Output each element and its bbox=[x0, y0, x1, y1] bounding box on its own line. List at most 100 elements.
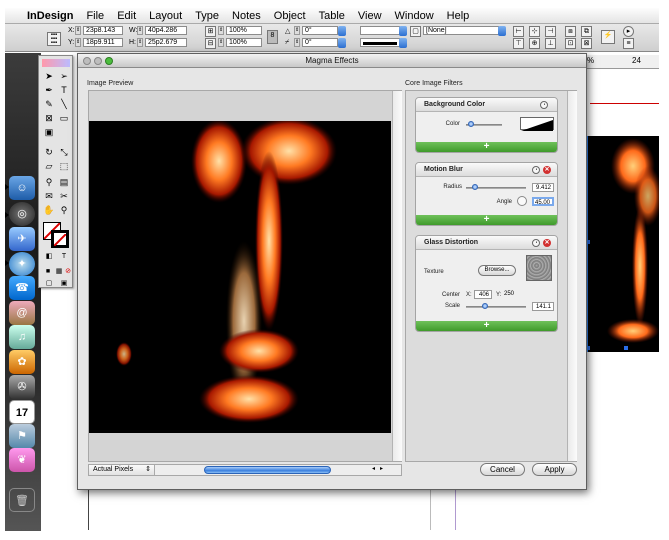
object-style-dropdown[interactable] bbox=[498, 26, 506, 36]
scale-tool-icon[interactable]: ⤡ bbox=[57, 146, 71, 158]
button-tool-icon[interactable]: ▣ bbox=[42, 126, 56, 138]
stroke-type-field[interactable] bbox=[360, 38, 400, 47]
rotate-dropdown[interactable] bbox=[338, 26, 346, 36]
remove-filter-icon[interactable]: ✕ bbox=[543, 239, 551, 247]
align-left-icon[interactable]: ⊢ bbox=[513, 26, 524, 37]
fit-content-icon[interactable]: ⧉ bbox=[581, 26, 592, 37]
add-filter-button[interactable]: + bbox=[416, 321, 557, 331]
x-stepper[interactable]: ⇕ bbox=[75, 26, 81, 35]
stroke-type-dropdown[interactable] bbox=[399, 38, 407, 48]
close-window-icon[interactable] bbox=[83, 57, 91, 65]
formatting-container-icon[interactable]: ◧ bbox=[42, 251, 56, 263]
zoom-dropdown[interactable]: Actual Pixels ⇕ bbox=[89, 465, 155, 475]
remove-filter-icon[interactable]: ✕ bbox=[543, 166, 551, 174]
safari-icon[interactable]: ✦ bbox=[9, 252, 35, 276]
pen-tool-icon[interactable]: ✒ bbox=[42, 84, 56, 96]
rectangle-tool-icon[interactable]: ▭ bbox=[57, 112, 71, 124]
zoom-tool-icon[interactable]: ⚲ bbox=[57, 204, 71, 216]
free-transform-tool-icon[interactable]: ⬚ bbox=[57, 160, 71, 172]
butterfly-app-icon[interactable]: ❦ bbox=[9, 448, 35, 472]
apply-none-icon[interactable]: ⊘ bbox=[63, 266, 73, 278]
rotate-tool-icon[interactable]: ↻ bbox=[42, 146, 56, 158]
type-tool-icon[interactable]: T bbox=[57, 84, 71, 96]
scale-value[interactable]: 141.1 bbox=[532, 302, 554, 311]
y-field[interactable]: 18p9.911 bbox=[83, 38, 123, 47]
angle-value[interactable]: 45.00 bbox=[532, 197, 554, 206]
shear-tool-icon[interactable]: ▱ bbox=[42, 160, 56, 172]
align-center-icon[interactable]: ⊹ bbox=[529, 26, 540, 37]
distribute-left-icon[interactable]: ⊤ bbox=[513, 38, 524, 49]
imovie-icon[interactable]: ✇ bbox=[9, 375, 35, 399]
shear-stepper[interactable]: ⇕ bbox=[294, 38, 300, 47]
line-tool-icon[interactable]: ╲ bbox=[57, 98, 71, 110]
dashboard-icon[interactable]: ◎ bbox=[9, 202, 35, 226]
scissors-tool-icon[interactable]: ✂ bbox=[57, 190, 71, 202]
menu-edit[interactable]: Edit bbox=[117, 10, 136, 22]
itunes-icon[interactable]: ♫ bbox=[9, 325, 35, 349]
constrain-proportions-icon[interactable]: 8 bbox=[267, 30, 278, 44]
filters-vertical-scrollbar[interactable] bbox=[567, 91, 577, 461]
selection-tool-icon[interactable]: ➤ bbox=[42, 70, 56, 82]
menu-layout[interactable]: Layout bbox=[149, 10, 182, 22]
x-field[interactable]: 23p8.143 bbox=[83, 26, 123, 35]
menu-app-name[interactable]: InDesign bbox=[27, 10, 73, 22]
select-content-icon[interactable]: ≡ bbox=[623, 38, 634, 49]
reference-point-icon[interactable]: ▪▪▪ ▪▪▪ ▪▪▪ bbox=[47, 32, 61, 46]
address-book-icon[interactable]: @ bbox=[9, 301, 35, 325]
fit-frame-icon[interactable]: ⧈ bbox=[565, 26, 576, 37]
direct-selection-tool-icon[interactable]: ➢ bbox=[57, 70, 71, 82]
stroke-weight-field[interactable] bbox=[360, 26, 400, 35]
menu-window[interactable]: Window bbox=[395, 10, 434, 22]
texture-thumbnail[interactable] bbox=[526, 255, 552, 281]
color-well[interactable] bbox=[520, 117, 554, 131]
minimize-window-icon[interactable] bbox=[94, 57, 102, 65]
filter-info-icon[interactable]: ◔ bbox=[532, 166, 540, 174]
preview-icon[interactable]: ⚑ bbox=[9, 424, 35, 448]
align-right-icon[interactable]: ⊣ bbox=[545, 26, 556, 37]
preview-horizontal-scroll-thumb[interactable] bbox=[204, 466, 331, 474]
scale-x-stepper[interactable]: ⇕ bbox=[218, 26, 224, 35]
object-style-field[interactable]: [None] bbox=[423, 26, 499, 35]
distribute-right-icon[interactable]: ⊥ bbox=[545, 38, 556, 49]
scale-slider-track[interactable] bbox=[466, 306, 526, 308]
w-stepper[interactable]: ⇕ bbox=[137, 26, 143, 35]
fill-proportionally-icon[interactable]: ⊠ bbox=[581, 38, 592, 49]
rotate-stepper[interactable]: ⇕ bbox=[294, 26, 300, 35]
apply-button[interactable]: Apply bbox=[532, 463, 577, 476]
scale-x-field[interactable]: 100% bbox=[226, 26, 262, 35]
gradient-tool-icon[interactable]: ▤ bbox=[57, 176, 71, 188]
eyedropper-tool-icon[interactable]: ⚲ bbox=[42, 176, 56, 188]
menu-notes[interactable]: Notes bbox=[232, 10, 261, 22]
preview-vertical-scrollbar[interactable] bbox=[392, 91, 402, 461]
frame-tool-icon[interactable]: ⊠ bbox=[42, 112, 56, 124]
scale-y-field[interactable]: 100% bbox=[226, 38, 262, 47]
browse-button[interactable]: Browse... bbox=[478, 265, 516, 276]
h-field[interactable]: 25p2.679 bbox=[145, 38, 187, 47]
y-stepper[interactable]: ⇕ bbox=[75, 38, 81, 47]
stroke-swatch[interactable] bbox=[51, 230, 69, 248]
add-filter-button[interactable]: + bbox=[416, 142, 557, 152]
menu-help[interactable]: Help bbox=[447, 10, 470, 22]
menu-view[interactable]: View bbox=[358, 10, 382, 22]
iphoto-icon[interactable]: ✿ bbox=[9, 350, 35, 374]
menu-type[interactable]: Type bbox=[195, 10, 219, 22]
finder-icon[interactable]: ☺ bbox=[9, 176, 35, 200]
ical-icon[interactable]: 17 bbox=[9, 400, 35, 424]
selection-handle[interactable] bbox=[588, 240, 590, 244]
shear-field[interactable]: 0° bbox=[302, 38, 338, 47]
select-container-icon[interactable]: ▸ bbox=[623, 26, 634, 37]
trash-icon[interactable]: 🗑 bbox=[9, 488, 35, 512]
placed-image-frame[interactable] bbox=[587, 136, 659, 352]
center-content-icon[interactable]: ⊡ bbox=[565, 38, 576, 49]
filter-info-icon[interactable]: ◔ bbox=[532, 239, 540, 247]
menu-object[interactable]: Object bbox=[274, 10, 306, 22]
menu-table[interactable]: Table bbox=[319, 10, 345, 22]
distribute-center-icon[interactable]: ⊕ bbox=[529, 38, 540, 49]
notes-tool-icon[interactable]: ✉ bbox=[42, 190, 56, 202]
center-x-value[interactable]: 406 bbox=[474, 290, 492, 299]
scroll-right-arrow-icon[interactable]: ▸ bbox=[380, 465, 383, 472]
center-y-value[interactable]: 250 bbox=[504, 290, 522, 299]
dialog-titlebar[interactable]: Magma Effects bbox=[78, 54, 586, 68]
hand-tool-icon[interactable]: ✋ bbox=[42, 204, 56, 216]
add-filter-button[interactable]: + bbox=[416, 215, 557, 225]
